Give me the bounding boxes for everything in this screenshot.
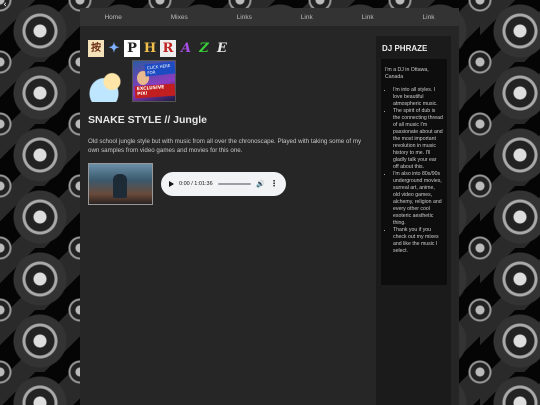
nav-mixes[interactable]: Mixes (161, 14, 198, 21)
nav-link-3[interactable]: Link (413, 14, 445, 21)
sidebar-list-item: Thank you if you check out my mixes and … (393, 227, 443, 255)
sidebar: DJ PHRAZE I'm a DJ in Ottawa, Canada I'm… (376, 36, 451, 405)
logo-letter-z: Z (199, 40, 209, 56)
player-time: 0:00 / 1:01:36 (179, 181, 213, 187)
nav-links[interactable]: Links (227, 14, 262, 21)
play-icon[interactable] (169, 181, 174, 187)
page-panel: Home Mixes Links Link Link Link 按 ✦ P H … (80, 8, 459, 405)
sidebar-list-item: I'm into all styles. I love beautiful at… (393, 87, 443, 108)
sidebar-list-item: I'm also into 80s/90s underground movies… (393, 171, 443, 227)
banner-text-top: CLICK HERE FOR (144, 61, 176, 77)
logo-letter-r: R (160, 39, 176, 57)
top-nav: Home Mixes Links Link Link Link (80, 8, 459, 26)
logo-letter-e: E (217, 40, 227, 56)
banner-text-bottom: EXCLUSIVE PIX! (134, 83, 176, 99)
logo-letter-a: A (180, 40, 192, 56)
exclusive-pix-banner[interactable]: CLICK HERE FOR EXCLUSIVE PIX! (132, 60, 176, 102)
nav-link-2[interactable]: Link (352, 14, 384, 21)
sidebar-title: DJ PHRAZE (382, 44, 428, 53)
nav-home[interactable]: Home (94, 14, 131, 21)
seek-bar[interactable] (217, 183, 252, 185)
logo-glyph-star: ✦ (108, 40, 120, 56)
thumbnail-figure (113, 174, 127, 198)
mix-description: Old school jungle style but with music f… (88, 138, 362, 154)
site-logo: 按 ✦ P H R A Z E (88, 38, 373, 58)
nav-link-1[interactable]: Link (291, 14, 323, 21)
sidebar-list: I'm into all styles. I love beautiful at… (385, 87, 443, 255)
mix-title: SNAKE STYLE // Jungle (88, 114, 208, 126)
anime-character-image (88, 68, 128, 102)
main-content: 按 ✦ P H R A Z E CLICK HERE FOR EXCLUSIVE… (88, 38, 373, 205)
mix-thumbnail (88, 163, 153, 205)
mix-media-row: 0:00 / 1:01:36 🔊 ⋮ (88, 163, 373, 205)
sidebar-list-item: The spirit of dub is the connecting thre… (393, 108, 443, 171)
volume-icon[interactable]: 🔊 (256, 180, 265, 188)
more-options-icon[interactable]: ⋮ (270, 180, 278, 188)
back-arrow-icon[interactable]: ‹ (0, 0, 10, 10)
sidebar-bio: I'm a DJ in Ottawa, Canada I'm into all … (381, 59, 447, 285)
audio-player: 0:00 / 1:01:36 🔊 ⋮ (161, 172, 286, 196)
logo-glyph-kanji: 按 (88, 39, 104, 57)
logo-letter-h: H (143, 40, 157, 56)
sidebar-intro: I'm a DJ in Ottawa, Canada (385, 67, 429, 80)
logo-letter-p: P (124, 39, 140, 57)
decorative-gifs: CLICK HERE FOR EXCLUSIVE PIX! (88, 60, 373, 102)
